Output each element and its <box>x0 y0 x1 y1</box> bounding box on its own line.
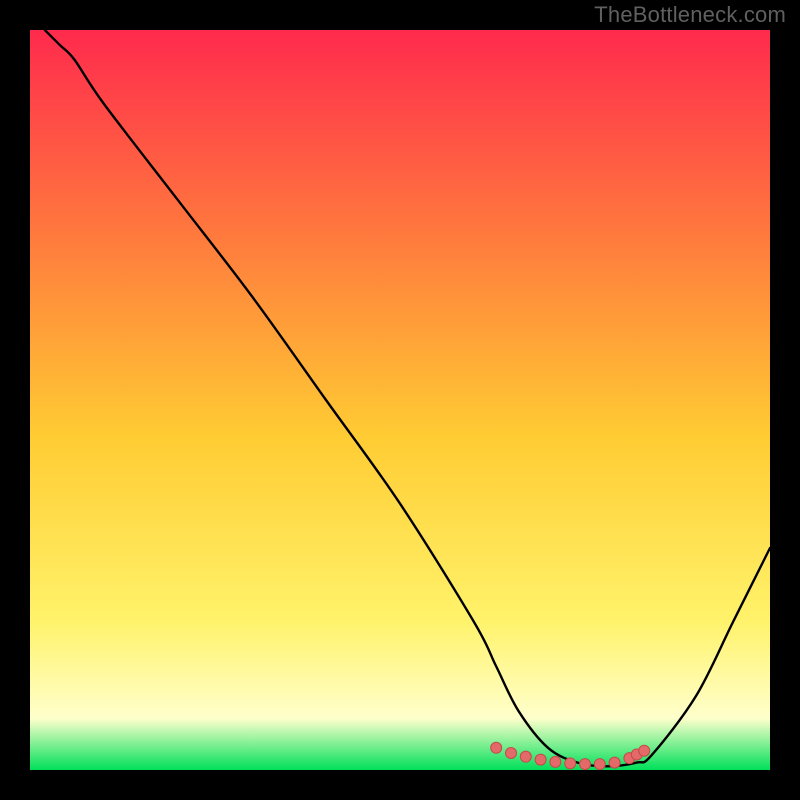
valley-marker <box>609 757 620 768</box>
valley-marker <box>594 759 605 770</box>
bottleneck-chart <box>30 30 770 770</box>
valley-marker <box>506 747 517 758</box>
watermark-text: TheBottleneck.com <box>594 2 786 28</box>
valley-marker <box>520 751 531 762</box>
valley-marker <box>550 756 561 767</box>
valley-marker <box>565 758 576 769</box>
outer-frame: TheBottleneck.com <box>0 0 800 800</box>
valley-marker <box>639 745 650 756</box>
valley-marker <box>491 742 502 753</box>
gradient-background <box>30 30 770 770</box>
valley-marker <box>535 754 546 765</box>
valley-marker <box>580 759 591 770</box>
